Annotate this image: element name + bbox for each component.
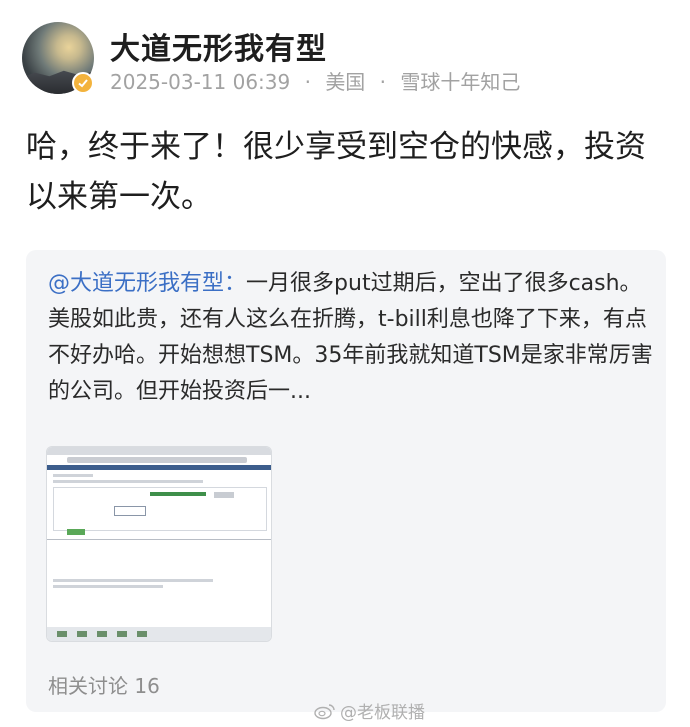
quoted-mention-link[interactable]: @大道无形我有型 [48,271,224,296]
related-discussions-link[interactable]: 相关讨论 16 [48,670,160,699]
thumb-line [53,480,203,483]
thumb-line [53,585,163,588]
post-location: 美国 [325,70,366,94]
thumb-url-bar [67,457,247,463]
thumb-nav-bar [47,465,271,470]
thumb-browser-bar [47,447,271,455]
thumb-divider [47,539,271,540]
meta-separator: · [304,70,311,94]
watermark: @老板联播 [314,698,425,723]
quoted-post-card[interactable]: @大道无形我有型：一月很多put过期后，空出了很多cash。美股如此贵，还有人这… [26,250,666,712]
thumb-input-box [114,506,146,516]
user-badge-text: 雪球十年知己 [400,70,521,94]
meta-separator: · [379,70,387,94]
thumb-taskbar [47,627,271,641]
thumb-order-panel [53,487,267,531]
thumb-line [53,579,213,582]
thumb-small-button [214,492,234,498]
weibo-logo-icon [314,703,335,719]
verified-badge-icon [72,72,94,94]
thumb-green-button [67,529,85,535]
attached-screenshot-thumbnail[interactable] [46,446,272,642]
quoted-post-text: @大道无形我有型：一月很多put过期后，空出了很多cash。美股如此贵，还有人这… [48,266,658,410]
thumb-green-title [150,492,206,496]
post-body: 哈，终于来了！很少享受到空仓的快感，投资以来第一次。 [26,129,646,215]
username[interactable]: 大道无形我有型 [110,24,327,68]
post-header: 大道无形我有型 2025-03-11 06:39 · 美国 · 雪球十年知己 [22,22,662,102]
quoted-mention-colon: ： [224,271,247,296]
watermark-text: @老板联播 [340,703,425,723]
thumb-line [53,474,93,477]
post-timestamp: 2025-03-11 06:39 [110,70,291,94]
post-meta: 2025-03-11 06:39 · 美国 · 雪球十年知己 [110,66,520,95]
